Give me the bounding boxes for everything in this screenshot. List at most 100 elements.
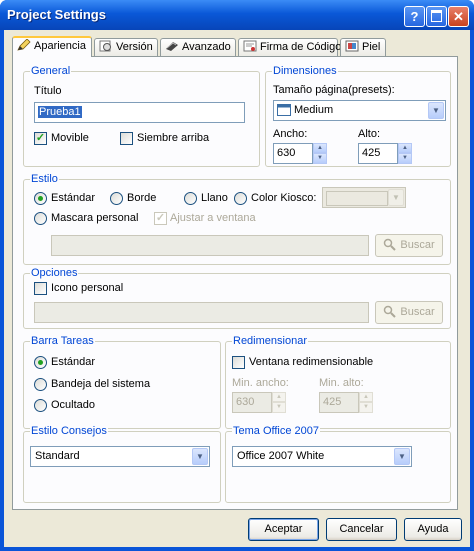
title-input[interactable]: Prueba1: [34, 102, 245, 123]
estilo-estandar-radio[interactable]: [34, 192, 47, 205]
tema-office-select[interactable]: Office 2007 White ▼: [232, 446, 412, 467]
alto-value[interactable]: 425: [358, 143, 398, 164]
estilo-consejos-select[interactable]: Standard ▼: [30, 446, 210, 467]
buscar-label: Buscar: [400, 306, 435, 318]
title-bar[interactable]: Project Settings ? ✕: [0, 0, 474, 30]
movible-label: Movible: [51, 132, 89, 144]
tab-label: Apariencia: [34, 40, 86, 52]
group-legend: Opciones: [30, 267, 79, 279]
skin-icon: [345, 40, 359, 52]
chevron-down-icon[interactable]: ▼: [428, 102, 444, 119]
opciones-group: Opciones Icono personal Buscar: [23, 267, 451, 329]
spin-up-icon[interactable]: ▲: [398, 143, 412, 153]
movible-checkbox[interactable]: ✓: [34, 132, 47, 145]
estilo-borde-radio[interactable]: [110, 192, 123, 205]
help-button[interactable]: Ayuda: [404, 518, 462, 541]
mascara-path-input[interactable]: [51, 235, 369, 256]
icono-personal-label: Icono personal: [51, 282, 124, 294]
help-icon[interactable]: ?: [404, 6, 425, 27]
close-icon[interactable]: ✕: [448, 6, 469, 27]
tab-panel-apariencia: General Título Prueba1 ✓ Movible Siembre…: [12, 56, 458, 510]
spin-up-icon[interactable]: ▲: [313, 143, 327, 153]
tab-label: Firma de Código: [260, 41, 342, 53]
chevron-down-icon[interactable]: ▼: [394, 448, 410, 465]
ajustar-ventana-checkbox[interactable]: ✓: [154, 212, 167, 225]
ancho-value[interactable]: 630: [273, 143, 313, 164]
estilo-estandar-label: Estándar: [51, 192, 96, 204]
maximize-icon[interactable]: [426, 6, 447, 27]
ancho-spinner[interactable]: 630 ▲ ▼: [273, 143, 327, 164]
tab-piel[interactable]: Piel: [340, 38, 386, 56]
dimensiones-group: Dimensiones Tamaño página(presets): Medi…: [265, 65, 451, 167]
estilo-llano-label: Llano: [201, 192, 228, 204]
tema-office-group: Tema Office 2007 Office 2007 White ▼: [225, 425, 451, 503]
window-title: Project Settings: [7, 7, 106, 22]
estilo-mascara-radio[interactable]: [34, 212, 47, 225]
cancel-button[interactable]: Cancelar: [326, 518, 397, 541]
preset-select[interactable]: Medium ▼: [273, 100, 446, 121]
alto-label: Alto:: [358, 128, 381, 140]
tab-label: Piel: [362, 41, 381, 53]
spin-down-icon[interactable]: ▼: [272, 402, 286, 413]
dialog-body: Apariencia Versión Avanzado Firma de Cód…: [4, 30, 470, 547]
group-legend: Estilo: [30, 173, 59, 185]
buscar-label: Buscar: [400, 239, 435, 251]
siempre-arriba-checkbox[interactable]: [120, 132, 133, 145]
group-legend: Barra Tareas: [30, 335, 95, 347]
barra-ocultado-radio[interactable]: [34, 399, 47, 412]
barra-bandeja-label: Bandeja del sistema: [51, 378, 151, 390]
tema-office-value: Office 2007 White: [237, 450, 325, 462]
barra-estandar-label: Estándar: [51, 356, 96, 368]
tab-label: Avanzado: [182, 41, 231, 53]
spin-down-icon[interactable]: ▼: [359, 402, 373, 413]
alto-spinner[interactable]: 425 ▲ ▼: [358, 143, 412, 164]
estilo-consejos-group: Estilo Consejos Standard ▼: [23, 425, 221, 503]
spin-down-icon[interactable]: ▼: [398, 153, 412, 164]
estilo-mascara-label: Mascara personal: [51, 212, 139, 224]
tab-apariencia[interactable]: Apariencia: [12, 36, 92, 57]
min-ancho-label: Min. ancho:: [232, 377, 289, 389]
ventana-redimensionable-checkbox[interactable]: [232, 356, 245, 369]
icono-personal-checkbox[interactable]: [34, 282, 47, 295]
color-swatch: [326, 191, 388, 206]
barra-estandar-radio[interactable]: [34, 356, 47, 369]
group-legend: Redimensionar: [232, 335, 308, 347]
estilo-color-kiosco-radio[interactable]: [234, 192, 247, 205]
spin-up-icon[interactable]: ▲: [359, 392, 373, 402]
estilo-consejos-value: Standard: [35, 450, 80, 462]
version-icon: [99, 40, 111, 52]
min-alto-label: Min. alto:: [319, 377, 364, 389]
siempre-arriba-label: Siembre arriba: [137, 132, 210, 144]
magnifier-icon: [384, 238, 397, 251]
group-legend: Tema Office 2007: [232, 425, 321, 437]
chevron-down-icon[interactable]: ▼: [388, 189, 404, 206]
opciones-buscar-button[interactable]: Buscar: [375, 301, 443, 324]
estilo-buscar-button[interactable]: Buscar: [375, 234, 443, 257]
magnifier-icon: [384, 305, 397, 318]
barra-bandeja-radio[interactable]: [34, 378, 47, 391]
general-group: General Título Prueba1 ✓ Movible Siembre…: [23, 65, 260, 167]
ajustar-ventana-label: Ajustar a ventana: [170, 212, 256, 224]
accept-button[interactable]: Aceptar: [248, 518, 319, 541]
min-alto-spinner[interactable]: 425 ▲ ▼: [319, 392, 373, 413]
kiosk-color-select[interactable]: ▼: [322, 187, 406, 208]
tab-avanzado[interactable]: Avanzado: [160, 38, 236, 56]
window-icon: [277, 104, 291, 116]
ventana-redimensionable-label: Ventana redimensionable: [249, 356, 374, 368]
chevron-down-icon[interactable]: ▼: [192, 448, 208, 465]
redimensionar-group: Redimensionar Ventana redimensionable Mi…: [225, 335, 451, 429]
icono-path-input[interactable]: [34, 302, 369, 323]
min-ancho-value[interactable]: 630: [232, 392, 272, 413]
project-settings-window: Project Settings ? ✕ Apariencia Versión …: [0, 0, 474, 551]
spin-up-icon[interactable]: ▲: [272, 392, 286, 402]
estilo-llano-radio[interactable]: [184, 192, 197, 205]
tab-version[interactable]: Versión: [94, 38, 158, 56]
tab-firma-de-codigo[interactable]: Firma de Código: [238, 38, 342, 56]
advanced-icon: [166, 42, 178, 51]
estilo-borde-label: Borde: [127, 192, 157, 204]
min-ancho-spinner[interactable]: 630 ▲ ▼: [232, 392, 286, 413]
spin-down-icon[interactable]: ▼: [313, 153, 327, 164]
tab-label: Versión: [116, 41, 153, 53]
certificate-icon: [243, 40, 257, 52]
min-alto-value[interactable]: 425: [319, 392, 359, 413]
